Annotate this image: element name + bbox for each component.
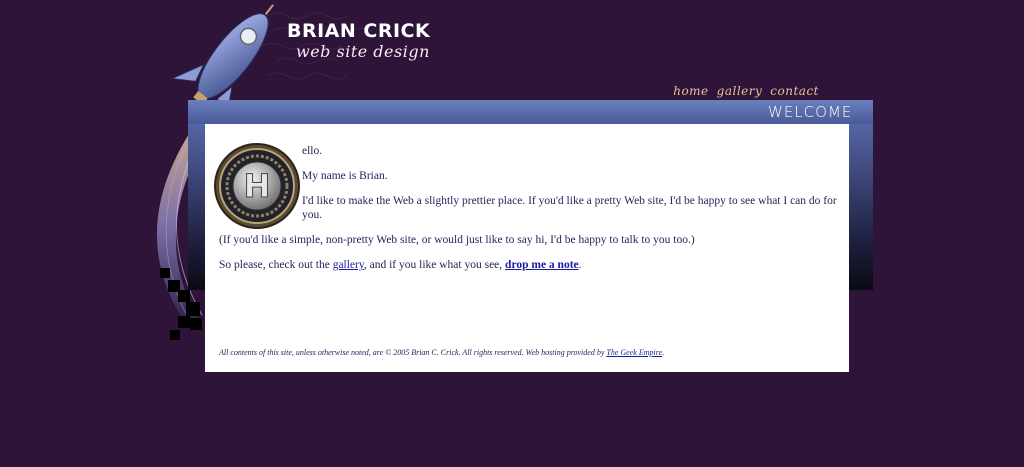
name-text: My name is Brian. <box>302 170 388 182</box>
section-title: WELCOME <box>768 103 853 121</box>
content-body: ello. My name is Brian. I'd like to make… <box>219 144 843 283</box>
pixel-decoration <box>186 302 200 316</box>
cta-middle: , and if you like what you see, <box>363 259 506 271</box>
frame-right-edge <box>849 124 873 290</box>
brand-subtitle: web site design <box>296 42 430 61</box>
intro-text: ello. <box>302 145 323 157</box>
cta-suffix: . <box>578 259 582 271</box>
pixel-decoration <box>178 316 190 328</box>
main-nav: home gallery contact <box>673 84 819 98</box>
simple-site-text: (If you'd like a simple, non-pretty Web … <box>219 234 695 246</box>
footer-suffix: . <box>662 348 665 357</box>
brand-title: BRIAN CRICK <box>287 20 431 42</box>
content-panel: H ello. My name is Brian. I'd like to ma… <box>205 124 849 372</box>
footer-text: All contents of this site, unless otherw… <box>219 348 607 357</box>
pixel-decoration <box>160 268 170 278</box>
nav-contact-link[interactable]: contact <box>770 84 819 98</box>
pixel-decoration <box>178 290 190 302</box>
geek-empire-link[interactable]: The Geek Empire <box>606 348 662 357</box>
frame-left-edge <box>188 124 205 290</box>
nav-gallery-link[interactable]: gallery <box>717 84 763 98</box>
pixel-decoration <box>190 318 202 330</box>
drop-note-link[interactable]: drop me a note <box>505 259 579 271</box>
footer-copyright: All contents of this site, unless otherw… <box>219 348 843 357</box>
pixel-decoration <box>170 330 180 340</box>
gallery-link[interactable]: gallery <box>333 259 364 271</box>
cta-prefix: So please, check out the <box>219 259 333 271</box>
call-to-action: So please, check out the gallery, and if… <box>219 258 843 272</box>
page: BRIAN CRICK web site design home gallery… <box>0 0 1024 467</box>
nav-home-link[interactable]: home <box>673 84 708 98</box>
pitch-text: I'd like to make the Web a slightly pret… <box>302 195 837 221</box>
